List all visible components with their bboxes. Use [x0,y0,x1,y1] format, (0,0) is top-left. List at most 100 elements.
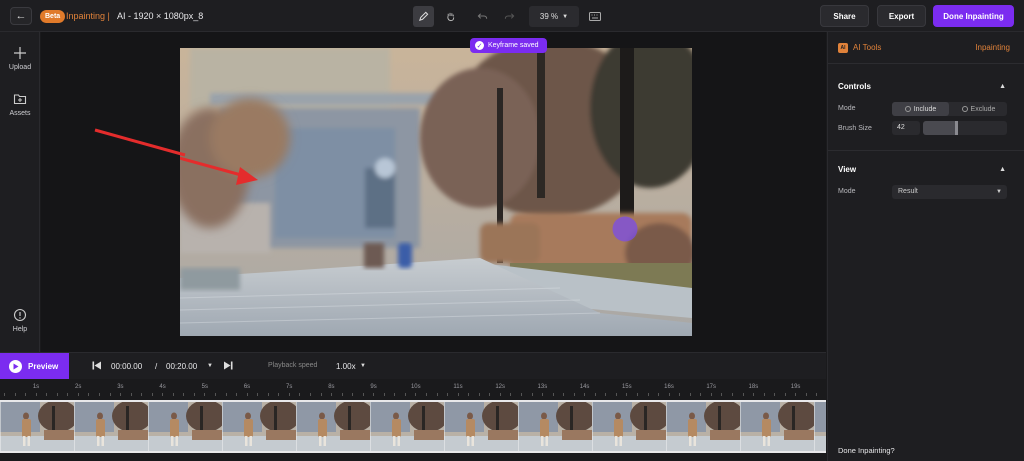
timeline-thumbnail [73,402,152,451]
timeline-tick-label: 11s [453,384,463,390]
timeline-tick-mark [320,393,322,396]
timeline-tick-mark [721,393,723,396]
view-section-title[interactable]: View [838,165,856,174]
collapse-controls-icon[interactable]: ▲ [999,83,1006,90]
timeline-tick-mark [478,393,480,396]
folder-icon [13,94,27,105]
hand-tool-button[interactable] [440,6,461,27]
timeline-tick-label: 10s [410,384,421,390]
chevron-down-icon[interactable]: ▼ [360,363,366,369]
timeline-tick-mark [594,393,596,396]
timeline-tick-mark [35,393,37,396]
timeline-tick-mark [394,393,396,396]
undo-button[interactable] [472,6,493,27]
include-label: Include [913,105,937,113]
timeline-tick-mark [246,393,248,396]
timeline-filmstrip[interactable] [0,400,826,453]
timeline-tick-mark [552,393,554,396]
undo-icon [477,13,488,19]
mode-toggle: Include Exclude [892,102,1007,116]
preview-button[interactable]: Preview [0,353,69,380]
skip-forward-icon[interactable] [223,361,233,372]
timeline-tick-mark [668,393,670,396]
timeline-tick-mark [679,393,681,396]
project-name[interactable]: AI - 1920 × 1080px_8 [117,11,203,21]
playback-speed-value[interactable]: 1.00x [336,362,356,371]
skip-back-icon[interactable] [92,361,102,372]
panel-header: AI AI Tools Inpainting [828,32,1024,64]
sidebar-item-help[interactable]: Help [0,308,40,333]
exclude-label: Exclude [970,105,996,113]
right-panel: AI AI Tools Inpainting Controls ▲ Mode I… [827,32,1024,461]
timeline-tick-mark [98,393,100,396]
timeline-thumbnail [813,402,826,451]
timeline-tick-label: 2s [75,384,82,390]
timeline-tick-mark [605,393,607,396]
timeline-tick-mark [457,393,459,396]
done-inpainting-prompt[interactable]: Done Inpainting? [838,446,895,455]
brush-tool-button[interactable] [413,6,434,27]
timeline-tick-label: 13s [537,384,548,390]
timeline-tick-mark [141,393,143,396]
timeline-tick-mark [14,393,16,396]
share-button[interactable]: Share [820,5,869,27]
sidebar-item-assets[interactable]: Assets [0,92,40,117]
checkmark-icon: ✓ [475,41,484,50]
timeline-tick-mark [257,393,259,396]
timeline-tick-label: 9s [370,384,377,390]
view-mode-value: Result [898,188,918,195]
done-inpainting-button[interactable]: Done Inpainting [933,5,1014,27]
chevron-down-icon[interactable]: ▼ [207,363,213,369]
panel-mode-title: Inpainting [975,43,1010,52]
timeline-tick-mark [193,393,195,396]
chevron-down-icon: ▼ [996,189,1002,195]
collapse-view-icon[interactable]: ▲ [999,166,1006,173]
controls-section-title[interactable]: Controls [838,82,871,91]
timeline-ruler[interactable]: 1s 2s 3s 4s 5s 6s 7s 8s 9s 10s 11s 12s 13s 14s 15s 16s 1… [0,379,826,399]
timeline-thumbnail [739,402,818,451]
hand-icon [447,12,455,22]
back-button[interactable]: ← [10,7,32,25]
timeline-tick-mark [731,393,733,396]
timeline-tick-mark [267,393,269,396]
export-button[interactable]: Export [877,5,926,27]
timeline-tick-mark [637,393,638,396]
redo-button[interactable] [499,6,520,27]
brush-size-input[interactable]: 42 [892,121,920,135]
brush-size-handle[interactable] [954,121,958,135]
timeline-thumbnail [591,402,670,451]
top-bar: ← Beta Inpainting | AI - 1920 × 1080px_8… [0,0,1024,32]
timeline-tick-label: 6s [243,384,251,390]
timeline-tick-label: 5s [201,384,208,390]
timeline-tick-mark [795,393,797,396]
brush-size-slider[interactable] [923,121,1007,135]
timeline-footer [0,453,826,461]
brush-size-fill [923,121,957,135]
timeline-tick-mark [288,393,290,396]
toast-text: Keyframe saved [488,42,539,49]
plus-icon [14,47,26,59]
view-mode-select[interactable]: Result ▼ [892,185,1007,199]
timeline-tick-mark [584,393,586,396]
timeline-tick-mark [25,393,27,396]
annotation-arrow [94,128,186,157]
timeline-tick-label: 12s [495,384,506,390]
zoom-dropdown[interactable]: 39 % ▼ [529,6,579,27]
timeline-tick-mark [404,393,406,396]
timeline-tick-label: 8s [328,384,335,390]
redo-icon [504,13,515,19]
timeline-tick-mark [204,393,206,396]
timeline-tick-mark [563,393,565,396]
video-preview-frame[interactable] [180,48,692,336]
timeline-tick-mark [278,393,280,396]
timeline-tick-mark [120,393,122,396]
timeline-tick-mark [4,393,5,396]
zoom-level: 39 % [539,12,559,21]
beta-badge: Beta [40,10,66,23]
exclude-button[interactable]: Exclude [950,102,1007,116]
include-button[interactable]: Include [892,102,949,116]
timeline-tick-mark [172,393,174,396]
sidebar-item-upload[interactable]: Upload [0,46,40,71]
keyboard-shortcuts-button[interactable] [586,7,604,25]
timeline-thumbnail [517,402,596,451]
